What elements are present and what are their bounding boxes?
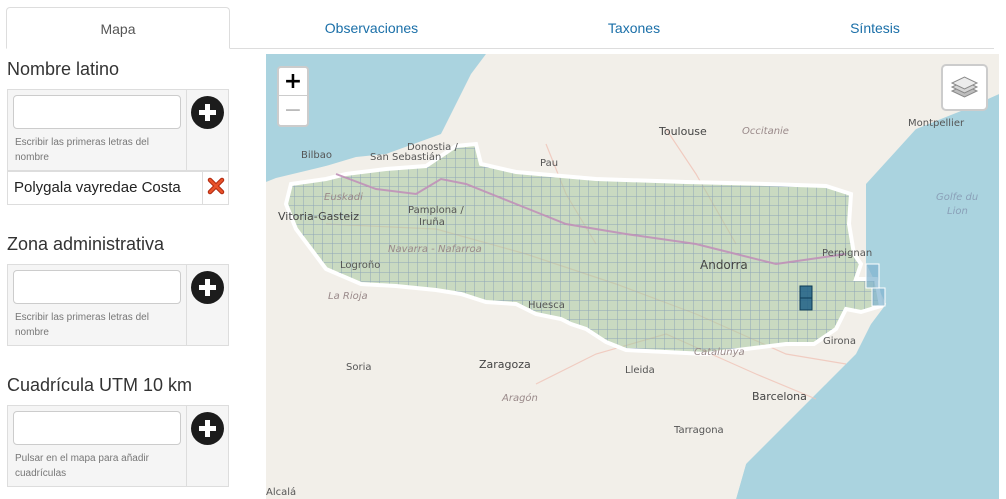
map-canvas[interactable] xyxy=(266,54,999,499)
label-navarra: Navarra - Nafarroa xyxy=(388,244,482,255)
label-tarragona: Tarragona xyxy=(674,425,724,436)
zoom-in-button[interactable]: + xyxy=(279,68,307,96)
observation-cells xyxy=(799,285,813,311)
label-girona: Girona xyxy=(823,336,857,347)
label-andorra: Andorra xyxy=(700,258,748,272)
selected-taxon-name: Polygala vayredae Costa xyxy=(14,179,181,196)
admin-zone-box: Escribir las primeras letras del nombre xyxy=(7,264,229,346)
tab-sintesis[interactable]: Síntesis xyxy=(815,7,935,49)
label-aragon: Aragón xyxy=(502,393,538,404)
utm-grid-box: Pulsar en el mapa para añadir cuadrícula… xyxy=(7,405,229,487)
label-huesca: Huesca xyxy=(528,300,565,311)
label-pau: Pau xyxy=(540,158,559,169)
divider xyxy=(186,265,187,345)
zoom-control: + − xyxy=(277,66,309,127)
label-lion: Lion xyxy=(947,206,968,217)
add-latin-name-button[interactable] xyxy=(191,96,224,129)
label-pamplona: Pamplona / xyxy=(408,205,464,216)
label-barcelona: Barcelona xyxy=(752,390,807,403)
admin-zone-hint: Escribir las primeras letras del nombre xyxy=(15,312,149,338)
latin-name-title: Nombre latino xyxy=(7,59,120,79)
label-iruna: Iruña xyxy=(419,217,445,228)
zoom-out-button[interactable]: − xyxy=(279,97,307,125)
latin-name-input[interactable] xyxy=(13,95,181,129)
filter-sidebar: Nombre latino Escribir las primeras letr… xyxy=(6,49,230,499)
tab-bar: Mapa Observaciones Taxones Síntesis xyxy=(0,0,1006,49)
divider xyxy=(186,90,187,170)
label-logrono: Logroño xyxy=(340,260,381,271)
divider xyxy=(202,172,203,204)
admin-zone-title: Zona administrativa xyxy=(7,234,165,254)
label-lleida: Lleida xyxy=(625,365,655,376)
label-golfe: Golfe du xyxy=(936,192,979,203)
map-view[interactable]: Toulouse Occitanie Montpellier Donostia … xyxy=(266,54,999,499)
layers-icon xyxy=(950,76,979,98)
label-soria: Soria xyxy=(346,362,372,373)
latin-name-box: Escribir las primeras letras del nombre xyxy=(7,89,229,171)
tab-mapa[interactable]: Mapa xyxy=(6,7,230,49)
utm-grid-input[interactable] xyxy=(13,411,181,445)
utm-grid-title: Cuadrícula UTM 10 km xyxy=(7,375,193,395)
layers-button[interactable] xyxy=(941,64,988,111)
label-toulouse: Toulouse xyxy=(659,125,707,138)
tab-observaciones[interactable]: Observaciones xyxy=(300,7,443,49)
tab-taxones[interactable]: Taxones xyxy=(574,7,694,49)
remove-taxon-icon[interactable] xyxy=(207,177,225,195)
label-bilbao: Bilbao xyxy=(301,150,333,161)
label-vitoria: Vitoria-Gasteiz xyxy=(278,210,359,223)
label-catalunya: Catalunya xyxy=(694,347,745,358)
utm-grid-hint: Pulsar en el mapa para añadir cuadrícula… xyxy=(15,453,149,479)
label-alcala: Alcalá xyxy=(266,487,297,498)
label-la-rioja: La Rioja xyxy=(328,291,368,302)
label-san-sebastian: San Sebastián xyxy=(370,152,442,163)
add-admin-zone-button[interactable] xyxy=(191,271,224,304)
divider xyxy=(186,406,187,486)
latin-name-hint: Escribir las primeras letras del nombre xyxy=(15,137,149,163)
label-montpellier: Montpellier xyxy=(908,118,965,129)
admin-zone-input[interactable] xyxy=(13,270,181,304)
selected-taxon-row: Polygala vayredae Costa xyxy=(7,171,229,205)
label-euskadi: Euskadi xyxy=(324,192,363,203)
label-perpignan: Perpignan xyxy=(822,248,873,259)
label-occitanie: Occitanie xyxy=(742,126,789,137)
add-utm-grid-button[interactable] xyxy=(191,412,224,445)
label-zaragoza: Zaragoza xyxy=(479,358,531,371)
